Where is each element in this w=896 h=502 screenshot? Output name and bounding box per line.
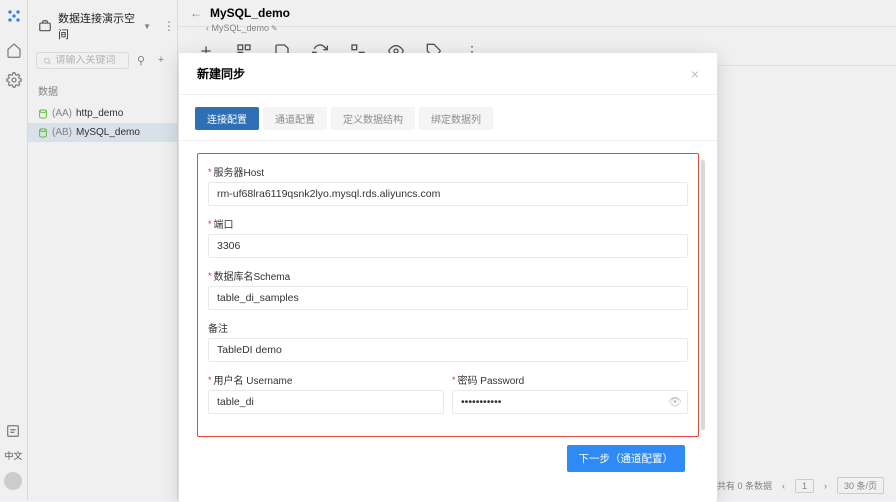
port-label: 端口: [214, 216, 234, 231]
tab-bar: 连接配置 通道配置 定义数据结构 绑定数据列: [179, 95, 717, 140]
modal-overlay: 新建同步 × 连接配置 通道配置 定义数据结构 绑定数据列 *服务器Host *…: [0, 0, 896, 500]
host-input[interactable]: [208, 182, 688, 206]
tab-channel[interactable]: 通道配置: [263, 107, 327, 130]
form-highlight-box: *服务器Host *端口 *数据库名Schema 备注 *用户: [197, 153, 699, 437]
password-input[interactable]: [452, 390, 688, 414]
tab-connect[interactable]: 连接配置: [195, 107, 259, 130]
modal-title: 新建同步: [197, 65, 245, 82]
username-input[interactable]: [208, 390, 444, 414]
remark-input[interactable]: [208, 338, 688, 362]
password-label: 密码 Password: [458, 372, 525, 387]
modal: 新建同步 × 连接配置 通道配置 定义数据结构 绑定数据列 *服务器Host *…: [179, 53, 717, 502]
tab-bind[interactable]: 绑定数据列: [419, 107, 493, 130]
schema-input[interactable]: [208, 286, 688, 310]
port-input[interactable]: [208, 234, 688, 258]
tab-schema[interactable]: 定义数据结构: [331, 107, 415, 130]
next-button[interactable]: 下一步（通道配置）: [567, 445, 686, 472]
eye-icon[interactable]: 👁: [668, 396, 682, 409]
scrollbar[interactable]: [701, 160, 705, 430]
close-icon[interactable]: ×: [691, 66, 699, 82]
username-label: 用户名 Username: [214, 372, 293, 387]
schema-label: 数据库名Schema: [214, 268, 291, 283]
host-label: 服务器Host: [214, 164, 265, 179]
remark-label: 备注: [208, 320, 228, 335]
